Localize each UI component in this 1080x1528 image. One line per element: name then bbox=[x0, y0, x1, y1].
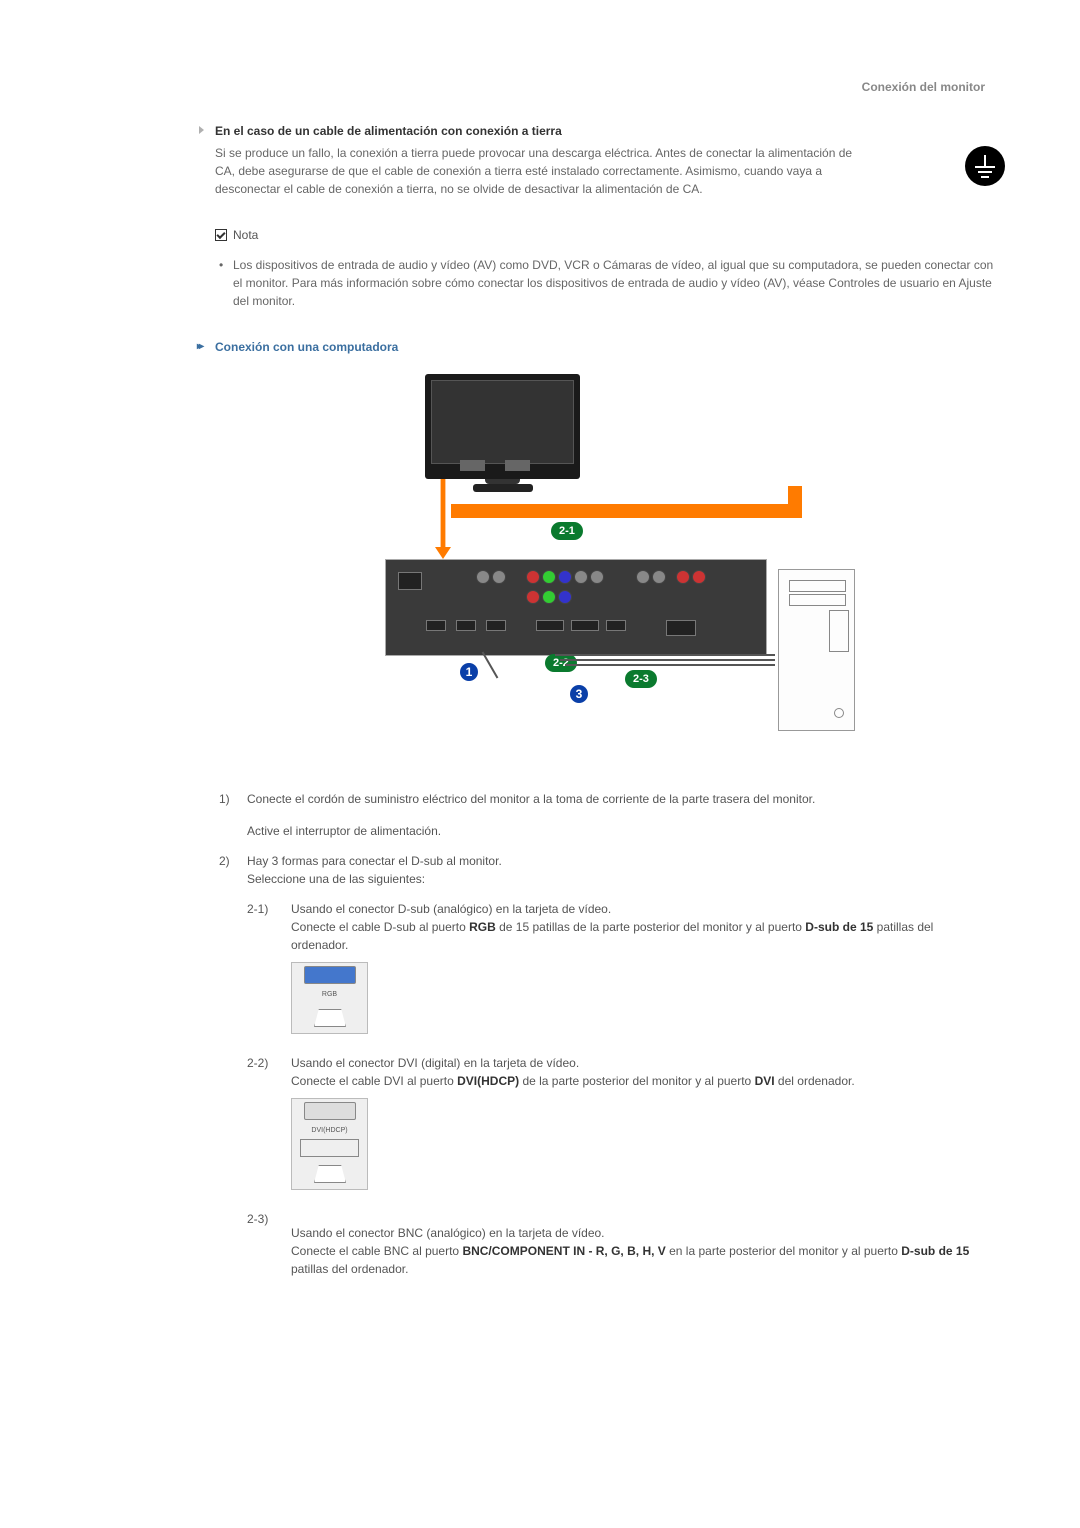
step-1-text-b: Active el interruptor de alimentación. bbox=[247, 822, 991, 840]
subheading: ▸▸ Conexión con una computadora bbox=[215, 340, 995, 354]
diagram-tag-2-1: 2-1 bbox=[551, 522, 583, 540]
step-num-2-1: 2-1) bbox=[247, 894, 287, 1048]
nota-line: Nota bbox=[215, 228, 995, 242]
page-header-right: Conexión del monitor bbox=[215, 80, 995, 94]
checkbox-icon bbox=[215, 229, 227, 241]
diagram-monitor bbox=[425, 374, 580, 479]
diagram-pc-tower bbox=[778, 569, 855, 731]
rgb-connector-label: RGB bbox=[292, 990, 367, 1001]
ground-title-text: En el caso de un cable de alimentación c… bbox=[215, 124, 562, 138]
rgb-connector-image: RGB bbox=[291, 962, 368, 1034]
diagram-wires bbox=[475, 654, 775, 744]
step-2-1-b: Conecte el cable D-sub al puerto RGB de … bbox=[291, 918, 987, 954]
step-num-2-3: 2-3) bbox=[247, 1204, 287, 1284]
step-2-1-a: Usando el conector D-sub (analógico) en … bbox=[291, 900, 987, 918]
diagram-cable-arrow bbox=[435, 479, 451, 559]
step-num-2: 2) bbox=[215, 846, 243, 1290]
steps-list: 1) Conecte el cordón de suministro eléct… bbox=[215, 784, 995, 1290]
connection-diagram: 2-1 bbox=[355, 374, 855, 754]
step-2-intro-b: Seleccione una de las siguientes: bbox=[247, 870, 991, 888]
ground-title: En el caso de un cable de alimentación c… bbox=[215, 124, 995, 138]
nota-bullet: Los dispositivos de entrada de audio y v… bbox=[215, 256, 995, 310]
dvi-connector-image: DVI(HDCP) bbox=[291, 1098, 368, 1190]
ground-icon bbox=[965, 146, 1005, 186]
step-2-intro-a: Hay 3 formas para conectar el D-sub al m… bbox=[247, 852, 991, 870]
step-2-2-a: Usando el conector DVI (digital) en la t… bbox=[291, 1054, 987, 1072]
double-arrow-icon: ▸▸ bbox=[197, 341, 201, 352]
step-1-text-a: Conecte el cordón de suministro eléctric… bbox=[247, 790, 991, 808]
dvi-connector-label: DVI(HDCP) bbox=[292, 1126, 367, 1137]
diagram-rear-panel bbox=[385, 559, 767, 656]
step-2-2-b: Conecte el cable DVI al puerto DVI(HDCP)… bbox=[291, 1072, 987, 1090]
ground-body: Si se produce un fallo, la conexión a ti… bbox=[215, 144, 865, 198]
ground-cable-section: En el caso de un cable de alimentación c… bbox=[215, 124, 995, 198]
step-num-1: 1) bbox=[215, 784, 243, 846]
step-2-3-a: Usando el conector BNC (analógico) en la… bbox=[291, 1224, 987, 1242]
subheading-text: Conexión con una computadora bbox=[215, 340, 398, 354]
step-num-2-2: 2-2) bbox=[247, 1048, 287, 1204]
step-2-3-b: Conecte el cable BNC al puerto BNC/COMPO… bbox=[291, 1242, 987, 1278]
arrow-icon bbox=[199, 126, 204, 134]
nota-label: Nota bbox=[233, 228, 258, 242]
